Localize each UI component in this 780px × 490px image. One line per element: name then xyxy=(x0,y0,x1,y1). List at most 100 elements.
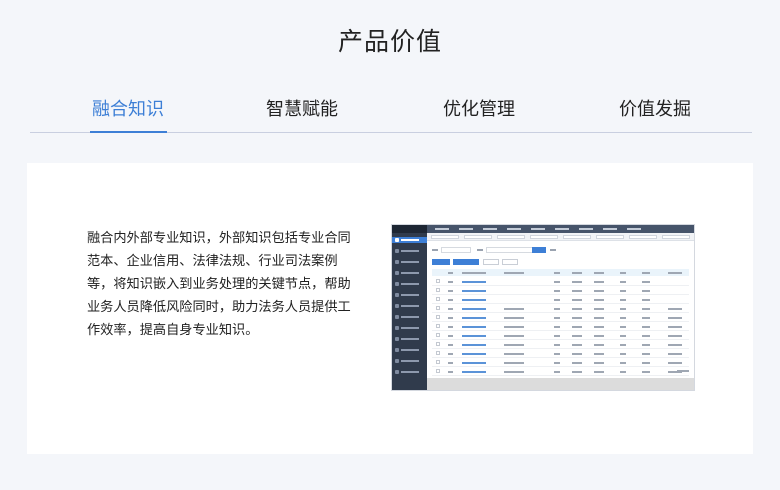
screenshot-table-cell xyxy=(572,344,582,346)
screenshot-toolbar-button xyxy=(502,259,518,265)
screenshot-table-cell xyxy=(642,371,650,373)
screenshot-table-cell xyxy=(554,335,560,337)
screenshot-table-cell xyxy=(594,362,604,364)
screenshot-table-cell xyxy=(448,362,453,364)
screenshot-table-cell xyxy=(554,281,560,283)
screenshot-sidebar-item-icon xyxy=(395,370,399,374)
screenshot-table-cell xyxy=(504,362,524,364)
screenshot-page-tab xyxy=(497,235,525,239)
screenshot-table-cell xyxy=(554,299,560,301)
screenshot-row-checkbox xyxy=(436,315,440,319)
screenshot-table-cell xyxy=(504,326,524,328)
tab-value-discovery[interactable]: 价值发掘 xyxy=(619,95,691,121)
screenshot-row-checkbox xyxy=(436,369,440,373)
screenshot-page-tab xyxy=(530,235,558,239)
screenshot-sidebar-item-label xyxy=(401,250,419,252)
screenshot-table-cell xyxy=(620,317,626,319)
screenshot-page-tab xyxy=(596,235,624,239)
screenshot-table-cell xyxy=(594,326,604,328)
screenshot-sidebar-item-label xyxy=(401,371,419,373)
screenshot-page-tab xyxy=(662,235,690,239)
screenshot-table-cell xyxy=(504,344,524,346)
screenshot-table-cell xyxy=(448,335,453,337)
screenshot-sidebar-item-label xyxy=(401,261,419,263)
screenshot-table-cell xyxy=(462,326,486,328)
screenshot-sidebar-item xyxy=(395,292,425,298)
screenshot-sidebar-item xyxy=(395,358,425,364)
screenshot-sidebar-item xyxy=(395,314,425,320)
screenshot-row-checkbox xyxy=(436,333,440,337)
screenshot-sidebar-item xyxy=(395,270,425,276)
screenshot-table-cell xyxy=(554,326,560,328)
screenshot-search-input xyxy=(441,247,471,253)
active-tab-indicator xyxy=(90,131,167,133)
screenshot-toolbar-button xyxy=(453,259,479,265)
screenshot-sidebar-item xyxy=(395,259,425,265)
tab-knowledge-fusion[interactable]: 融合知识 xyxy=(92,95,164,121)
screenshot-table-row xyxy=(432,313,689,322)
screenshot-table-cell xyxy=(572,281,582,283)
screenshot-table-row xyxy=(432,367,689,376)
screenshot-menu-item xyxy=(459,228,473,230)
screenshot-row-checkbox xyxy=(436,288,440,292)
screenshot-row-checkbox xyxy=(436,351,440,355)
screenshot-reset-button xyxy=(550,249,556,251)
product-screenshot xyxy=(391,224,695,391)
screenshot-sidebar-item-label xyxy=(401,294,419,296)
screenshot-sidebar-item-label xyxy=(401,305,419,307)
feature-description: 融合内外部专业知识，外部知识包括专业合同范本、企业信用、法律法规、行业司法案例等… xyxy=(87,231,351,338)
screenshot-table-cell xyxy=(462,335,486,337)
screenshot-table-cell xyxy=(620,308,626,310)
screenshot-sidebar-item xyxy=(395,347,425,353)
screenshot-table-row xyxy=(432,286,689,295)
screenshot-table-cell xyxy=(642,326,650,328)
screenshot-sidebar-item xyxy=(395,325,425,331)
screenshot-table-cell xyxy=(572,335,582,337)
screenshot-table-cell xyxy=(554,371,560,373)
screenshot-table-row xyxy=(432,331,689,340)
screenshot-table-row xyxy=(432,340,689,349)
screenshot-sidebar-item xyxy=(395,336,425,342)
section-title: 产品价值 xyxy=(337,27,442,56)
screenshot-search-bar xyxy=(432,246,692,254)
screenshot-table-cell xyxy=(594,281,604,283)
screenshot-table-cell xyxy=(572,326,582,328)
screenshot-table-cell xyxy=(668,326,682,328)
screenshot-table-cell xyxy=(572,290,582,292)
screenshot-menu-item xyxy=(627,228,641,230)
screenshot-sidebar-item-icon xyxy=(395,348,399,352)
screenshot-search-input xyxy=(486,247,536,253)
screenshot-table-header-cell xyxy=(448,272,453,274)
screenshot-table-cell xyxy=(504,308,524,310)
screenshot-sidebar-item xyxy=(395,369,425,375)
screenshot-search-label xyxy=(477,249,483,251)
screenshot-sidebar-item xyxy=(395,281,425,287)
screenshot-sidebar-item xyxy=(392,237,427,243)
screenshot-row-checkbox xyxy=(436,342,440,346)
screenshot-table-cell xyxy=(572,317,582,319)
screenshot-table-cell xyxy=(462,290,486,292)
screenshot-table-cell xyxy=(642,344,650,346)
screenshot-table-cell xyxy=(668,353,682,355)
screenshot-table-cell xyxy=(554,353,560,355)
screenshot-sidebar-item xyxy=(395,248,425,254)
screenshot-table-cell xyxy=(554,290,560,292)
screenshot-table-cell xyxy=(462,317,486,319)
screenshot-table-cell xyxy=(554,362,560,364)
screenshot-page-tab xyxy=(431,235,459,239)
screenshot-table-cell xyxy=(620,281,626,283)
screenshot-table-cell xyxy=(642,335,650,337)
screenshot-toolbar-button xyxy=(483,259,499,265)
screenshot-table-cell xyxy=(642,299,650,301)
screenshot-table-cell xyxy=(642,290,650,292)
screenshot-pager xyxy=(677,370,689,372)
screenshot-table-cell xyxy=(462,308,486,310)
screenshot-table-cell xyxy=(572,362,582,364)
screenshot-table-cell xyxy=(642,362,650,364)
tab-smart-empowerment[interactable]: 智慧赋能 xyxy=(266,95,338,121)
screenshot-table-cell xyxy=(462,362,486,364)
screenshot-table-cell xyxy=(642,308,650,310)
tab-optimized-management[interactable]: 优化管理 xyxy=(443,95,515,121)
screenshot-table-row xyxy=(432,349,689,358)
screenshot-sidebar-item-icon xyxy=(395,238,399,242)
